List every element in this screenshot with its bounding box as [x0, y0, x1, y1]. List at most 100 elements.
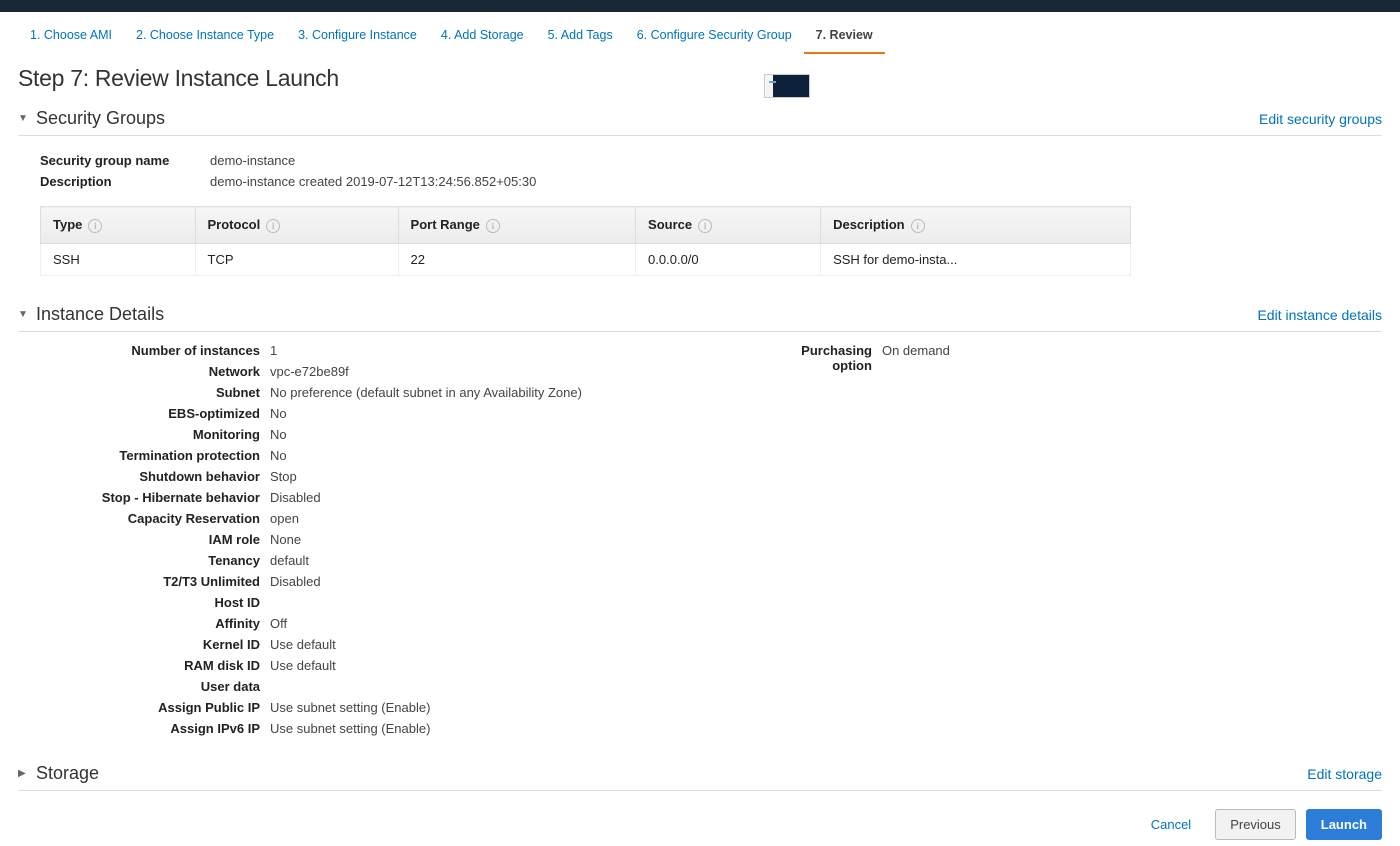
- kv-value: Stop: [270, 469, 297, 484]
- kv-label: Monitoring: [40, 427, 270, 442]
- chevron-right-icon[interactable]: [18, 768, 30, 779]
- section-instance-details: Instance Details Edit instance details N…: [0, 294, 1400, 753]
- kv-label: RAM disk ID: [40, 658, 270, 673]
- previous-button[interactable]: Previous: [1215, 809, 1296, 840]
- kv-row: RAM disk IDUse default: [40, 655, 582, 676]
- kv-value: No: [270, 406, 287, 421]
- kv-row: AffinityOff: [40, 613, 582, 634]
- kv-row: Number of instances1: [40, 340, 582, 361]
- edit-instance-details-link[interactable]: Edit instance details: [1257, 307, 1382, 323]
- cancel-button[interactable]: Cancel: [1137, 810, 1205, 839]
- kv-label: Affinity: [40, 616, 270, 631]
- section-storage: Storage Edit storage: [0, 753, 1400, 795]
- info-icon[interactable]: [911, 219, 925, 233]
- kv-value: open: [270, 511, 299, 526]
- table-row: SSHTCP220.0.0.0/0SSH for demo-insta...: [41, 244, 1131, 276]
- kv-row: Kernel IDUse default: [40, 634, 582, 655]
- table-cell: TCP: [195, 244, 398, 276]
- kv-row: IAM roleNone: [40, 529, 582, 550]
- kv-row: MonitoringNo: [40, 424, 582, 445]
- wizard-step-5[interactable]: 5. Add Tags: [536, 22, 625, 54]
- kv-value: Off: [270, 616, 287, 631]
- preview-thumbnail: [764, 74, 810, 98]
- chevron-down-icon[interactable]: [18, 113, 30, 124]
- security-group-rules-table: TypeProtocolPort RangeSourceDescription …: [40, 206, 1131, 276]
- kv-row: Networkvpc-e72be89f: [40, 361, 582, 382]
- kv-label: T2/T3 Unlimited: [40, 574, 270, 589]
- chevron-down-icon[interactable]: [18, 309, 30, 320]
- table-cell: SSH for demo-insta...: [821, 244, 1131, 276]
- footer-action-bar: Cancel Previous Launch: [0, 795, 1400, 846]
- kv-row: Capacity Reservationopen: [40, 508, 582, 529]
- page-title: Step 7: Review Instance Launch: [0, 55, 1400, 98]
- sg-desc-value: demo-instance created 2019-07-12T13:24:5…: [210, 174, 536, 189]
- kv-value: default: [270, 553, 309, 568]
- wizard-step-6[interactable]: 6. Configure Security Group: [625, 22, 804, 54]
- kv-row: T2/T3 UnlimitedDisabled: [40, 571, 582, 592]
- kv-value: Disabled: [270, 574, 321, 589]
- section-header-storage: Storage Edit storage: [18, 757, 1382, 791]
- sg-name-label: Security group name: [40, 153, 210, 168]
- kv-value: No: [270, 427, 287, 442]
- kv-label: User data: [40, 679, 270, 694]
- info-icon[interactable]: [698, 219, 712, 233]
- kv-value: Use subnet setting (Enable): [270, 700, 430, 715]
- launch-button[interactable]: Launch: [1306, 809, 1382, 840]
- wizard-step-7[interactable]: 7. Review: [804, 22, 885, 54]
- info-icon[interactable]: [88, 219, 102, 233]
- table-header: Description: [821, 207, 1131, 244]
- kv-row: Assign Public IPUse subnet setting (Enab…: [40, 697, 582, 718]
- kv-row: Stop - Hibernate behaviorDisabled: [40, 487, 582, 508]
- kv-value: Use default: [270, 658, 336, 673]
- wizard-step-3[interactable]: 3. Configure Instance: [286, 22, 429, 54]
- kv-label: IAM role: [40, 532, 270, 547]
- sg-name-value: demo-instance: [210, 153, 295, 168]
- kv-label: Subnet: [40, 385, 270, 400]
- edit-security-groups-link[interactable]: Edit security groups: [1259, 111, 1382, 127]
- kv-label: Purchasing option: [762, 343, 882, 373]
- kv-label: Network: [40, 364, 270, 379]
- wizard-steps: 1. Choose AMI2. Choose Instance Type3. C…: [0, 12, 1400, 55]
- info-icon[interactable]: [266, 219, 280, 233]
- section-title: Security Groups: [36, 108, 165, 129]
- section-header-instance-details: Instance Details Edit instance details: [18, 298, 1382, 332]
- wizard-step-1[interactable]: 1. Choose AMI: [18, 22, 124, 54]
- kv-label: Host ID: [40, 595, 270, 610]
- table-header: Protocol: [195, 207, 398, 244]
- kv-value: 1: [270, 343, 277, 358]
- kv-value: Disabled: [270, 490, 321, 505]
- global-header-bar: [0, 0, 1400, 12]
- edit-storage-link[interactable]: Edit storage: [1307, 766, 1382, 782]
- kv-row: Host ID: [40, 592, 582, 613]
- section-title: Instance Details: [36, 304, 164, 325]
- kv-row: EBS-optimizedNo: [40, 403, 582, 424]
- kv-value: Use default: [270, 637, 336, 652]
- kv-label: Shutdown behavior: [40, 469, 270, 484]
- kv-row: User data: [40, 676, 582, 697]
- section-security-groups: Security Groups Edit security groups Sec…: [0, 98, 1400, 294]
- section-header-security-groups: Security Groups Edit security groups: [18, 102, 1382, 136]
- kv-label: Termination protection: [40, 448, 270, 463]
- kv-value: vpc-e72be89f: [270, 364, 349, 379]
- kv-value: Use subnet setting (Enable): [270, 721, 430, 736]
- wizard-step-4[interactable]: 4. Add Storage: [429, 22, 536, 54]
- kv-value: None: [270, 532, 301, 547]
- sg-desc-label: Description: [40, 174, 210, 189]
- table-cell: 22: [398, 244, 636, 276]
- table-header: Port Range: [398, 207, 636, 244]
- table-cell: 0.0.0.0/0: [636, 244, 821, 276]
- kv-row: Shutdown behaviorStop: [40, 466, 582, 487]
- kv-label: Kernel ID: [40, 637, 270, 652]
- kv-value: No: [270, 448, 287, 463]
- table-header: Source: [636, 207, 821, 244]
- table-cell: SSH: [41, 244, 196, 276]
- kv-label: Stop - Hibernate behavior: [40, 490, 270, 505]
- kv-row: Purchasing optionOn demand: [762, 340, 950, 376]
- info-icon[interactable]: [486, 219, 500, 233]
- kv-value: No preference (default subnet in any Ava…: [270, 385, 582, 400]
- kv-row: Termination protectionNo: [40, 445, 582, 466]
- kv-label: Number of instances: [40, 343, 270, 358]
- wizard-step-2[interactable]: 2. Choose Instance Type: [124, 22, 286, 54]
- kv-row: Tenancydefault: [40, 550, 582, 571]
- kv-label: Capacity Reservation: [40, 511, 270, 526]
